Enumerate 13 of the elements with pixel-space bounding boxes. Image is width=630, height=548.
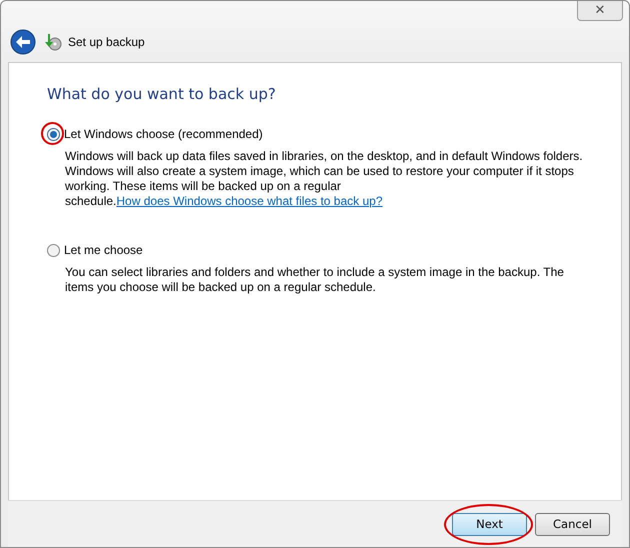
dialog-button[interactable]: Next xyxy=(452,512,527,536)
radio-button[interactable] xyxy=(47,128,60,140)
radio-button[interactable] xyxy=(47,244,60,256)
help-link[interactable]: How does Windows choose what files to back up? xyxy=(116,194,383,208)
backup-icon xyxy=(44,33,62,51)
page-heading: What do you want to back up? xyxy=(47,85,277,103)
option-description: You can select libraries and folders and whether to include a system image in the backup. The items you choose will be backed up on a regular schedule. xyxy=(65,265,565,295)
dialog-button[interactable]: Cancel xyxy=(535,512,610,536)
option-description: Windows will back up data files saved in libraries, on the desktop, and in default Windows folders. Windows will also create a system image, which can be used to restore your computer if it stops working. These items will be backed up on a regular schedule.How does Windows choose what files to back up? xyxy=(65,149,584,209)
close-button[interactable]: ✕ xyxy=(577,1,623,21)
radio-option[interactable]: Let me choose xyxy=(47,243,143,257)
window-title: Set up backup xyxy=(68,35,145,49)
radio-option[interactable]: Let Windows choose (recommended) xyxy=(47,127,263,141)
